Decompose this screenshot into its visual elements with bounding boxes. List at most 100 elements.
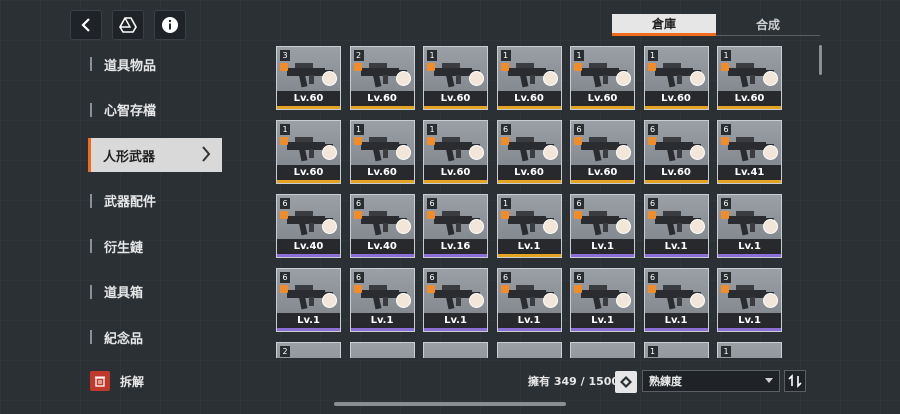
weapon-card[interactable]: 6 Lv.41 [717, 120, 782, 184]
rarity-strip [497, 106, 561, 109]
nav-item-doll-weapons[interactable]: 人形武器 [88, 138, 222, 172]
weapon-card[interactable]: 6 Lv.60 [570, 120, 635, 184]
nav-item-label: 人形武器 [103, 149, 156, 165]
equipped-doll-avatar [542, 145, 558, 160]
lock-icon [353, 211, 362, 219]
tab-warehouse[interactable]: 倉庫 [612, 14, 716, 36]
rarity-strip [644, 106, 708, 109]
weapon-card[interactable] [570, 342, 635, 358]
weapon-card[interactable]: 6 Lv.60 [643, 120, 709, 184]
rarity-strip [424, 254, 487, 257]
equipped-doll-avatar [689, 71, 705, 86]
nav-item-label: 武器配件 [104, 195, 157, 210]
weapon-card[interactable]: 6 Lv.1 [643, 194, 709, 258]
sort-dropdown[interactable]: 熟練度 [642, 370, 780, 392]
lock-icon [500, 63, 509, 71]
equipped-doll-avatar [763, 219, 778, 234]
weapon-card[interactable]: 1 Lv.60 [423, 120, 488, 184]
lock-icon [427, 63, 435, 71]
weapon-level: Lv.60 [571, 91, 634, 106]
rarity-strip [718, 328, 781, 331]
weapon-card[interactable] [496, 342, 562, 358]
stack-count-badge: 1 [647, 50, 658, 61]
weapon-card[interactable]: 2 [276, 342, 341, 358]
lock-icon [721, 137, 729, 145]
weapon-card[interactable]: 1 Lv.60 [496, 46, 562, 110]
info-button[interactable] [154, 10, 186, 40]
stack-count-badge: 6 [647, 198, 658, 209]
lock-icon [427, 137, 435, 145]
nav-item-souvenirs[interactable]: 紀念品 [88, 323, 228, 351]
equipped-doll-avatar [542, 293, 558, 308]
weapon-card[interactable]: 6 Lv.1 [643, 268, 709, 332]
lock-icon [647, 63, 656, 71]
weapon-card[interactable]: 6 Lv.16 [423, 194, 488, 258]
rarity-strip [571, 328, 634, 331]
nav-item-derivative-chain[interactable]: 衍生鏈 [88, 232, 228, 260]
equipped-doll-avatar [395, 293, 411, 308]
rarity-strip [718, 254, 781, 257]
equipped-doll-avatar [395, 145, 411, 160]
weapon-card[interactable]: 1 Lv.60 [570, 46, 635, 110]
nav-item-label: 道具箱 [104, 286, 144, 301]
weapon-card[interactable]: 3 Lv.60 [276, 46, 341, 110]
weapon-level: Lv.1 [571, 239, 634, 254]
weapon-card[interactable]: 6 Lv.1 [276, 268, 341, 332]
weapon-card[interactable]: 6 Lv.1 [717, 194, 782, 258]
lock-icon [500, 137, 509, 145]
equipped-doll-avatar [322, 71, 337, 86]
nav-item-label: 衍生鏈 [104, 240, 144, 256]
weapon-card[interactable]: 2 Lv.60 [349, 46, 415, 110]
weapon-card[interactable]: 5 Lv.1 [717, 268, 782, 332]
lock-icon [280, 211, 288, 219]
stack-count-badge: 6 [500, 272, 511, 283]
scrollbar[interactable] [819, 45, 822, 75]
stack-count-badge: 5 [721, 272, 731, 283]
weapon-level: Lv.1 [571, 313, 634, 328]
weapon-card[interactable]: 6 Lv.1 [570, 268, 635, 332]
weapon-card[interactable]: 1 Lv.60 [276, 120, 341, 184]
stack-count-badge: 6 [280, 272, 290, 283]
weapon-card[interactable]: 1 Lv.60 [423, 46, 488, 110]
weapon-card[interactable]: 6 Lv.1 [423, 268, 488, 332]
weapon-card[interactable]: 6 Lv.1 [570, 194, 635, 258]
weapon-card[interactable]: 1 Lv.60 [643, 46, 709, 110]
weapon-card[interactable]: 1 [717, 342, 782, 358]
equipped-doll-avatar [616, 71, 631, 86]
stack-count-badge: 6 [721, 198, 731, 209]
weapon-card[interactable]: 6 Lv.1 [496, 268, 562, 332]
weapon-level: Lv.60 [350, 165, 414, 180]
weapon-card[interactable]: 1 [643, 342, 709, 358]
weapon-card[interactable]: 1 Lv.1 [496, 194, 562, 258]
info-icon [162, 17, 178, 33]
nav-item-mind-archive[interactable]: 心智存檔 [88, 96, 228, 124]
weapon-level: Lv.60 [644, 91, 708, 106]
equipped-doll-avatar [469, 219, 484, 234]
dismantle-button[interactable]: 拆解 [90, 371, 144, 391]
nav-item-attachments[interactable]: 武器配件 [88, 187, 228, 215]
weapon-card[interactable]: 6 Lv.60 [496, 120, 562, 184]
nav-item-label: 心智存檔 [104, 104, 157, 119]
weapon-card[interactable]: 6 Lv.40 [276, 194, 341, 258]
weapon-card[interactable]: 1 Lv.60 [349, 120, 415, 184]
sort-order-button[interactable] [784, 370, 806, 392]
weapon-card[interactable] [349, 342, 415, 358]
lock-icon [574, 211, 582, 219]
weapon-level: Lv.60 [571, 165, 634, 180]
rarity-strip [350, 106, 414, 109]
weapon-card[interactable]: 6 Lv.1 [349, 268, 415, 332]
nav-item-items[interactable]: 道具物品 [88, 50, 228, 78]
weapon-level: Lv.1 [718, 239, 781, 254]
weapon-level: Lv.1 [497, 313, 561, 328]
back-button[interactable] [70, 10, 102, 40]
weapon-card[interactable]: 1 Lv.60 [717, 46, 782, 110]
tab-synthesis[interactable]: 合成 [716, 14, 820, 36]
nav-item-item-box[interactable]: 道具箱 [88, 278, 228, 306]
lock-icon [353, 285, 362, 293]
drive-button[interactable] [112, 10, 144, 40]
lock-icon [427, 211, 435, 219]
lock-icon [280, 137, 288, 145]
filter-button[interactable] [615, 371, 637, 393]
weapon-card[interactable] [423, 342, 488, 358]
weapon-card[interactable]: 6 Lv.40 [349, 194, 415, 258]
